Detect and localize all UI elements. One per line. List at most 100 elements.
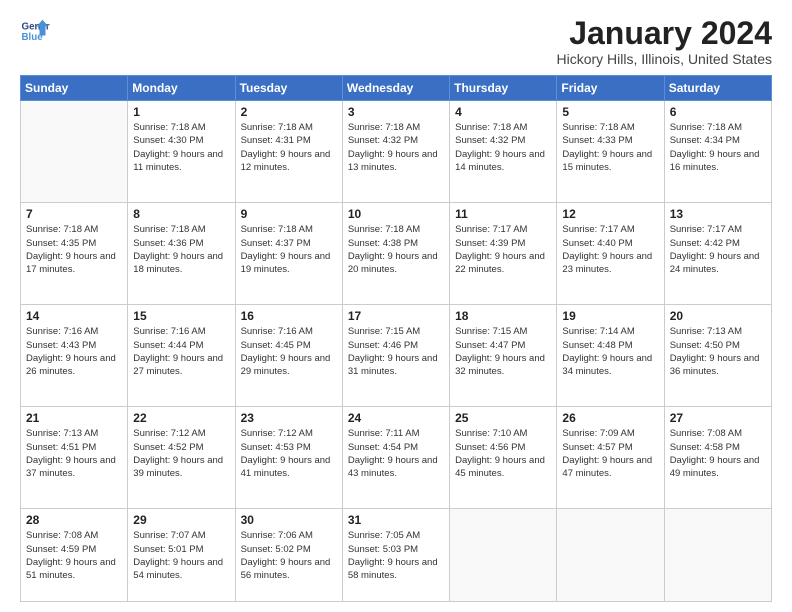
day-number: 13 [670,207,766,221]
day-number: 29 [133,513,229,527]
col-wednesday: Wednesday [342,76,449,101]
calendar-week-4: 28 Sunrise: 7:08 AM Sunset: 4:59 PM Dayli… [21,509,772,602]
day-number: 5 [562,105,658,119]
calendar-cell: 31 Sunrise: 7:05 AM Sunset: 5:03 PM Dayli… [342,509,449,602]
calendar-cell: 30 Sunrise: 7:06 AM Sunset: 5:02 PM Dayli… [235,509,342,602]
page: General Blue January 2024 Hickory Hills,… [0,0,792,612]
day-info: Sunrise: 7:18 AM Sunset: 4:31 PM Dayligh… [241,121,337,174]
day-info: Sunrise: 7:06 AM Sunset: 5:02 PM Dayligh… [241,529,337,582]
day-number: 23 [241,411,337,425]
calendar-cell: 8Sunrise: 7:18 AM Sunset: 4:36 PM Daylig… [128,203,235,305]
day-number: 1 [133,105,229,119]
day-number: 28 [26,513,122,527]
calendar-table: Sunday Monday Tuesday Wednesday Thursday… [20,75,772,602]
day-info: Sunrise: 7:13 AM Sunset: 4:51 PM Dayligh… [26,427,122,480]
calendar-cell: 15Sunrise: 7:16 AM Sunset: 4:44 PM Dayli… [128,305,235,407]
day-number: 10 [348,207,444,221]
day-info: Sunrise: 7:18 AM Sunset: 4:32 PM Dayligh… [455,121,551,174]
calendar-cell: 1 Sunrise: 7:18 AM Sunset: 4:30 PM Daylig… [128,101,235,203]
day-info: Sunrise: 7:12 AM Sunset: 4:52 PM Dayligh… [133,427,229,480]
calendar-cell [557,509,664,602]
day-number: 12 [562,207,658,221]
calendar-cell: 28 Sunrise: 7:08 AM Sunset: 4:59 PM Dayli… [21,509,128,602]
calendar-cell: 20Sunrise: 7:13 AM Sunset: 4:50 PM Dayli… [664,305,771,407]
day-number: 26 [562,411,658,425]
day-info: Sunrise: 7:15 AM Sunset: 4:47 PM Dayligh… [455,325,551,378]
day-number: 14 [26,309,122,323]
day-info: Sunrise: 7:16 AM Sunset: 4:45 PM Dayligh… [241,325,337,378]
day-info: Sunrise: 7:15 AM Sunset: 4:46 PM Dayligh… [348,325,444,378]
day-info: Sunrise: 7:17 AM Sunset: 4:39 PM Dayligh… [455,223,551,276]
calendar-header-row: Sunday Monday Tuesday Wednesday Thursday… [21,76,772,101]
calendar-cell: 17 Sunrise: 7:15 AM Sunset: 4:46 PM Dayli… [342,305,449,407]
calendar-cell: 9 Sunrise: 7:18 AM Sunset: 4:37 PM Daylig… [235,203,342,305]
day-info: Sunrise: 7:11 AM Sunset: 4:54 PM Dayligh… [348,427,444,480]
day-number: 25 [455,411,551,425]
day-info: Sunrise: 7:10 AM Sunset: 4:56 PM Dayligh… [455,427,551,480]
calendar-cell: 21 Sunrise: 7:13 AM Sunset: 4:51 PM Dayli… [21,407,128,509]
day-info: Sunrise: 7:18 AM Sunset: 4:34 PM Dayligh… [670,121,766,174]
day-info: Sunrise: 7:16 AM Sunset: 4:43 PM Dayligh… [26,325,122,378]
day-number: 24 [348,411,444,425]
day-info: Sunrise: 7:18 AM Sunset: 4:38 PM Dayligh… [348,223,444,276]
day-number: 31 [348,513,444,527]
day-number: 30 [241,513,337,527]
calendar-cell [664,509,771,602]
calendar-cell: 2 Sunrise: 7:18 AM Sunset: 4:31 PM Daylig… [235,101,342,203]
day-info: Sunrise: 7:05 AM Sunset: 5:03 PM Dayligh… [348,529,444,582]
day-number: 22 [133,411,229,425]
day-info: Sunrise: 7:08 AM Sunset: 4:58 PM Dayligh… [670,427,766,480]
day-info: Sunrise: 7:18 AM Sunset: 4:35 PM Dayligh… [26,223,122,276]
calendar-cell: 14 Sunrise: 7:16 AM Sunset: 4:43 PM Dayli… [21,305,128,407]
day-number: 7 [26,207,122,221]
day-number: 17 [348,309,444,323]
calendar-cell: 27 Sunrise: 7:08 AM Sunset: 4:58 PM Dayli… [664,407,771,509]
day-number: 9 [241,207,337,221]
calendar-week-1: 7 Sunrise: 7:18 AM Sunset: 4:35 PM Daylig… [21,203,772,305]
calendar-cell: 5 Sunrise: 7:18 AM Sunset: 4:33 PM Daylig… [557,101,664,203]
day-info: Sunrise: 7:14 AM Sunset: 4:48 PM Dayligh… [562,325,658,378]
calendar-cell: 18 Sunrise: 7:15 AM Sunset: 4:47 PM Dayli… [450,305,557,407]
logo-icon: General Blue [20,16,50,46]
day-info: Sunrise: 7:18 AM Sunset: 4:36 PM Dayligh… [133,223,229,276]
calendar-cell: 16Sunrise: 7:16 AM Sunset: 4:45 PM Dayli… [235,305,342,407]
calendar-cell: 11Sunrise: 7:17 AM Sunset: 4:39 PM Dayli… [450,203,557,305]
header: General Blue January 2024 Hickory Hills,… [20,16,772,67]
day-number: 18 [455,309,551,323]
day-info: Sunrise: 7:13 AM Sunset: 4:50 PM Dayligh… [670,325,766,378]
day-info: Sunrise: 7:18 AM Sunset: 4:30 PM Dayligh… [133,121,229,174]
day-number: 2 [241,105,337,119]
logo: General Blue [20,16,50,46]
calendar-cell: 3Sunrise: 7:18 AM Sunset: 4:32 PM Daylig… [342,101,449,203]
calendar-cell: 22 Sunrise: 7:12 AM Sunset: 4:52 PM Dayli… [128,407,235,509]
calendar-week-3: 21 Sunrise: 7:13 AM Sunset: 4:51 PM Dayli… [21,407,772,509]
day-number: 27 [670,411,766,425]
day-number: 6 [670,105,766,119]
col-friday: Friday [557,76,664,101]
svg-text:General: General [22,22,51,33]
day-info: Sunrise: 7:16 AM Sunset: 4:44 PM Dayligh… [133,325,229,378]
day-info: Sunrise: 7:17 AM Sunset: 4:42 PM Dayligh… [670,223,766,276]
calendar-cell: 19 Sunrise: 7:14 AM Sunset: 4:48 PM Dayli… [557,305,664,407]
day-info: Sunrise: 7:08 AM Sunset: 4:59 PM Dayligh… [26,529,122,582]
col-thursday: Thursday [450,76,557,101]
day-info: Sunrise: 7:07 AM Sunset: 5:01 PM Dayligh… [133,529,229,582]
title-month: January 2024 [556,16,772,51]
col-sunday: Sunday [21,76,128,101]
calendar-cell: 24 Sunrise: 7:11 AM Sunset: 4:54 PM Dayli… [342,407,449,509]
calendar-week-2: 14 Sunrise: 7:16 AM Sunset: 4:43 PM Dayli… [21,305,772,407]
day-info: Sunrise: 7:17 AM Sunset: 4:40 PM Dayligh… [562,223,658,276]
calendar-cell: 26Sunrise: 7:09 AM Sunset: 4:57 PM Dayli… [557,407,664,509]
calendar-cell: 13 Sunrise: 7:17 AM Sunset: 4:42 PM Dayli… [664,203,771,305]
title-block: January 2024 Hickory Hills, Illinois, Un… [556,16,772,67]
day-info: Sunrise: 7:18 AM Sunset: 4:33 PM Dayligh… [562,121,658,174]
day-info: Sunrise: 7:12 AM Sunset: 4:53 PM Dayligh… [241,427,337,480]
day-info: Sunrise: 7:18 AM Sunset: 4:37 PM Dayligh… [241,223,337,276]
calendar-cell: 7 Sunrise: 7:18 AM Sunset: 4:35 PM Daylig… [21,203,128,305]
calendar-week-0: 1 Sunrise: 7:18 AM Sunset: 4:30 PM Daylig… [21,101,772,203]
col-tuesday: Tuesday [235,76,342,101]
calendar-cell [21,101,128,203]
day-number: 21 [26,411,122,425]
calendar-cell: 6 Sunrise: 7:18 AM Sunset: 4:34 PM Daylig… [664,101,771,203]
day-number: 19 [562,309,658,323]
